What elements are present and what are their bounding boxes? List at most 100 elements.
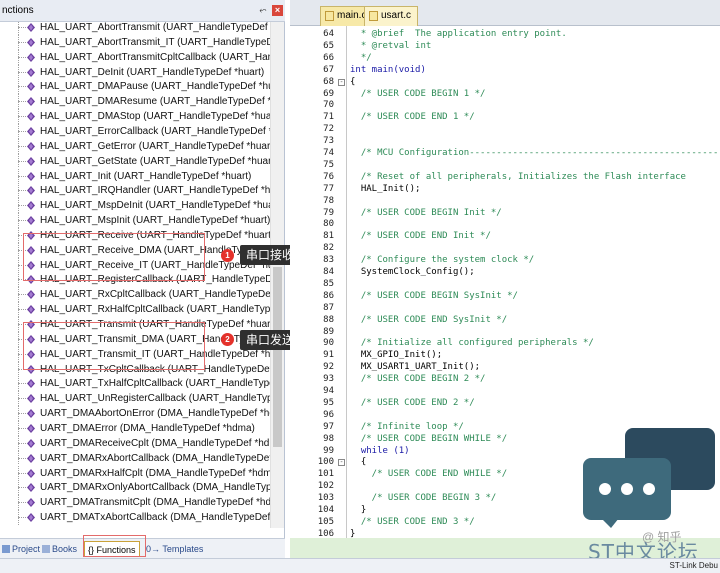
fold-toggle-icon[interactable]: -	[338, 78, 345, 86]
tab-project[interactable]: Project	[2, 541, 40, 557]
function-list-item[interactable]: HAL_UART_DMAPause (UART_HandleTypeDef *h…	[0, 79, 270, 95]
function-signature: HAL_UART_TxHalfCpltCallback (UART_Handle…	[40, 378, 270, 390]
code-line[interactable]: MX_USART1_UART_Init();	[350, 362, 480, 374]
function-list-item[interactable]: HAL_UART_RxHalfCpltCallback (UART_Handle…	[0, 302, 270, 317]
code-line[interactable]: /* USER CODE END Init */	[350, 231, 491, 243]
function-list-item[interactable]: UART_DMATxAbortCallback (DMA_HandleTypeD…	[0, 510, 270, 525]
function-list-item[interactable]: HAL_UART_DeInit (UART_HandleTypeDef *hua…	[0, 64, 270, 80]
tab-templates[interactable]: 0→ Templates	[146, 541, 203, 557]
pin-icon[interactable]: ⬿	[258, 5, 268, 16]
code-line[interactable]: /* USER CODE BEGIN WHILE */	[350, 434, 507, 446]
function-list-item[interactable]: HAL_UART_GetState (UART_HandleTypeDef *h…	[0, 153, 270, 169]
code-line[interactable]: /* USER CODE END 1 */	[350, 112, 475, 124]
code-line[interactable]: {	[350, 77, 355, 89]
code-line[interactable]: /* USER CODE BEGIN 2 */	[350, 374, 486, 386]
function-signature: HAL_UART_MspInit (UART_HandleTypeDef *hu…	[40, 215, 270, 227]
function-list-item[interactable]: UART_DMAReceiveCplt (DMA_HandleTypeDef *…	[0, 435, 270, 451]
tree-connector	[18, 41, 26, 43]
function-list-scrollbar[interactable]	[270, 22, 284, 528]
function-list-item[interactable]: HAL_UART_MspInit (UART_HandleTypeDef *hu…	[0, 213, 270, 228]
function-diamond-icon	[27, 498, 35, 508]
function-list-item[interactable]: HAL_UART_MspDeInit (UART_HandleTypeDef *…	[0, 198, 270, 214]
tree-connector	[18, 220, 26, 222]
functions-panel-title: nctions	[2, 5, 34, 16]
function-list-item[interactable]: UART_DMARxOnlyAbortCallback (DMA_HandleT…	[0, 480, 270, 496]
function-signature: HAL_UART_DMAResume (UART_HandleTypeDef *…	[40, 96, 270, 108]
function-list-item[interactable]: HAL_UART_IRQHandler (UART_HandleTypeDef …	[0, 183, 270, 199]
function-list-item[interactable]: UART_DMAAbortOnError (DMA_HandleTypeDef …	[0, 406, 270, 421]
function-list-item[interactable]: UART_DMARxHalfCplt (DMA_HandleTypeDef *h…	[0, 465, 270, 481]
code-line[interactable]: /* USER CODE BEGIN 3 */	[350, 493, 497, 505]
code-line[interactable]: /* MCU Configuration--------------------…	[350, 148, 720, 160]
tree-connector	[18, 487, 26, 489]
function-diamond-icon	[27, 216, 35, 226]
code-line[interactable]: */	[350, 53, 372, 65]
function-list-item[interactable]: HAL_UART_DMAStop (UART_HandleTypeDef *hu…	[0, 109, 270, 124]
function-signature: UART_DMARxAbortCallback (DMA_HandleTypeD…	[40, 452, 270, 464]
tab-main-c-label: main.c	[337, 10, 367, 21]
function-list-item[interactable]: UART_DMAError (DMA_HandleTypeDef *hdma)	[0, 420, 270, 436]
tree-connector	[18, 56, 26, 58]
function-signature: HAL_UART_UnRegisterCallback (UART_Handle…	[40, 393, 270, 405]
tree-connector	[18, 309, 26, 311]
function-list-item[interactable]: UART_DMARxAbortCallback (DMA_HandleTypeD…	[0, 450, 270, 466]
code-line[interactable]: /* USER CODE END 3 */	[350, 517, 475, 529]
function-list-item[interactable]: HAL_UART_TxHalfCpltCallback (UART_Handle…	[0, 376, 270, 392]
code-line[interactable]: /* USER CODE END WHILE */	[350, 469, 507, 481]
fold-toggle-icon[interactable]: -	[338, 459, 345, 467]
code-line[interactable]: MX_GPIO_Init();	[350, 350, 442, 362]
function-list-item[interactable]: HAL_UART_AbortTransmitCpltCallback (UART…	[0, 49, 270, 65]
code-line[interactable]: /* USER CODE END 2 */	[350, 398, 475, 410]
tab-books[interactable]: Books	[42, 541, 77, 557]
code-line[interactable]: /* Infinite loop */	[350, 422, 464, 434]
scrollbar-thumb[interactable]	[273, 267, 282, 447]
function-list-item[interactable]: HAL_UART_ErrorCallback (UART_HandleTypeD…	[0, 123, 270, 139]
function-list-item[interactable]: UART_DMATransmitCplt (DMA_HandleTypeDef …	[0, 495, 270, 511]
function-signature: HAL_UART_AbortTransmit (UART_HandleTypeD…	[40, 22, 270, 33]
code-line[interactable]: /* USER CODE BEGIN 1 */	[350, 89, 486, 101]
code-line[interactable]: /* Configure the system clock */	[350, 255, 534, 267]
function-list-item[interactable]: HAL_UART_AbortTransmit_IT (UART_HandleTy…	[0, 34, 270, 50]
code-line[interactable]: int main(void)	[350, 65, 426, 77]
tree-connector	[18, 175, 26, 177]
function-diamond-icon	[27, 305, 35, 315]
line-number: 85	[323, 278, 334, 289]
line-number: 98	[323, 433, 334, 444]
line-number: 66	[323, 52, 334, 63]
code-line[interactable]: /* Initialize all configured peripherals…	[350, 338, 594, 350]
code-line[interactable]: * @retval int	[350, 41, 431, 53]
tab-usart-c[interactable]: usart.c	[364, 6, 419, 26]
function-diamond-icon	[27, 290, 35, 300]
function-list-item[interactable]: HAL_UART_UnRegisterCallback (UART_Handle…	[0, 391, 270, 407]
line-number: 100	[317, 457, 334, 468]
function-diamond-icon	[27, 171, 35, 181]
file-icon	[325, 11, 334, 21]
chat-bubbles-watermark-icon	[583, 428, 715, 528]
status-text: ST-Link Debu	[669, 561, 718, 570]
functions-tab-highlight-box	[83, 535, 146, 557]
tree-connector	[18, 457, 26, 459]
function-list-item[interactable]: HAL_UART_Init (UART_HandleTypeDef *huart…	[0, 168, 270, 184]
tab-project-label: Project	[12, 544, 41, 554]
function-diamond-icon	[27, 126, 35, 136]
code-line[interactable]: /* USER CODE BEGIN Init */	[350, 208, 502, 220]
code-line[interactable]: /* USER CODE BEGIN SysInit */	[350, 291, 518, 303]
code-line[interactable]: }	[350, 505, 366, 517]
function-list-item[interactable]: HAL_UART_DMAResume (UART_HandleTypeDef *…	[0, 94, 270, 110]
code-line[interactable]: HAL_Init();	[350, 184, 421, 196]
function-signature: HAL_UART_DeInit (UART_HandleTypeDef *hua…	[40, 66, 265, 78]
code-line[interactable]: /* Reset of all peripherals, Initializes…	[350, 172, 686, 184]
close-icon[interactable]: ×	[272, 5, 283, 16]
code-line[interactable]: {	[350, 457, 366, 469]
tab-templates-label: 0→ Templates	[146, 544, 204, 554]
code-line[interactable]: * @brief The application entry point.	[350, 29, 567, 41]
function-list-item[interactable]: HAL_UART_RxCpltCallback (UART_HandleType…	[0, 287, 270, 303]
code-line[interactable]: while (1)	[350, 446, 410, 458]
line-number: 101	[317, 469, 334, 480]
function-list-item[interactable]: HAL_UART_GetError (UART_HandleTypeDef *h…	[0, 138, 270, 154]
code-line[interactable]: /* USER CODE END SysInit */	[350, 315, 507, 327]
code-line[interactable]: }	[350, 529, 355, 538]
callout-receive-number: 1	[221, 249, 234, 262]
code-line[interactable]: SystemClock_Config();	[350, 267, 475, 279]
function-list-item[interactable]: HAL_UART_AbortTransmit (UART_HandleTypeD…	[0, 22, 270, 35]
